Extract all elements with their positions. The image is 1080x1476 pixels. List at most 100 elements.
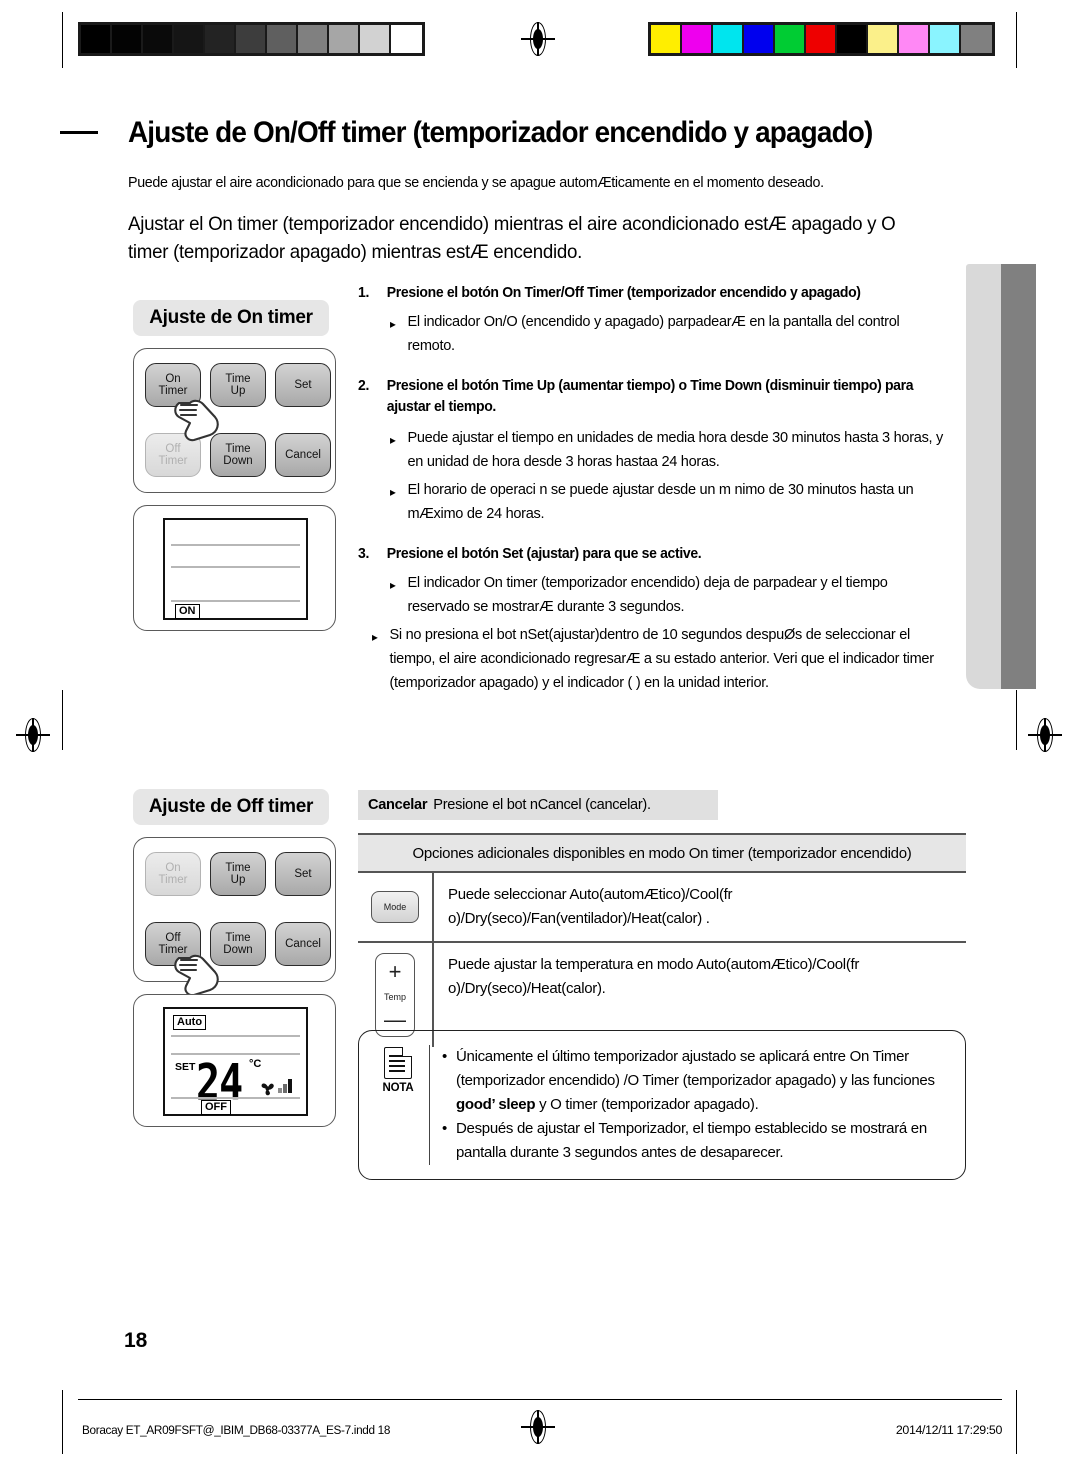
list-item: • Después de ajustar el Temporizador, el… [442, 1117, 951, 1165]
key-line1: Time [225, 861, 251, 874]
step-bullet: ▸ Si no presiona el bot nSet(ajustar)den… [372, 623, 948, 695]
fan-speed-bars [278, 1079, 292, 1093]
cancel-label: Cancelar [368, 797, 428, 813]
step-bullet: ▸ El indicador On timer (temporizador en… [390, 571, 949, 619]
lead-paragraph: Ajustar el On timer (temporizador encend… [128, 213, 896, 263]
key-line1: Set [294, 378, 312, 391]
note-document-icon [384, 1047, 412, 1079]
key-line1: Set [294, 867, 312, 880]
mode-badge: Auto [173, 1015, 207, 1030]
key-line2: Timer [158, 385, 188, 397]
step-bullet: ▸ El indicador On/O (encendido y apagado… [390, 310, 949, 358]
key-line2: Up [230, 385, 246, 397]
key-line2: Timer [158, 944, 188, 956]
key-line1: Time [225, 931, 251, 944]
title-rule [60, 131, 98, 134]
cancel-strip: Cancelar Presione el bot nCancel (cancel… [358, 790, 718, 820]
step-number: 1. [358, 285, 370, 301]
footer-timestamp: 2014/12/11 17:29:50 [895, 1423, 1002, 1437]
side-gray-panel [966, 264, 1001, 689]
on-timer-heading-label: Ajuste de On timer [149, 307, 313, 328]
key-cancel[interactable]: Cancel [275, 922, 331, 966]
step-item-1: 1. Presione el botón On Timer/Off Timer … [358, 283, 966, 358]
set-label: SET [175, 1061, 196, 1073]
options-table-header: Opciones adicionales disponibles en modo… [358, 833, 966, 871]
on-indicator-badge: ON [175, 604, 200, 619]
key-line1: Cancel [285, 937, 321, 950]
options-table: Opciones adicionales disponibles en modo… [358, 833, 966, 1047]
step-bullet-text: Si no presiona el bot nSet(ajustar)dentr… [389, 626, 934, 691]
page-title: Ajuste de On/Off timer (temporizador enc… [128, 116, 873, 149]
note-box: NOTA • Únicamente el último temporizador… [358, 1030, 966, 1180]
key-line2: Timer [158, 874, 188, 886]
off-indicator-badge: OFF [201, 1100, 231, 1115]
dot-bullet-icon: • [442, 1048, 447, 1065]
key-set[interactable]: Set [275, 852, 331, 896]
off-timer-lcd-box: Auto SET 24 °C OFF [133, 994, 336, 1127]
step-bullet-text: El indicador On timer (temporizador ence… [407, 574, 888, 615]
temperature-unit: °C [249, 1058, 262, 1070]
step-bullet-text: El horario de operaci n se puede ajustar… [407, 481, 914, 522]
mode-button-icon[interactable]: Mode [371, 891, 419, 923]
step-bullet: ▸ El horario de operaci n se puede ajust… [390, 478, 949, 526]
temp-plus-label: + [388, 959, 402, 985]
key-line2: Timer [158, 455, 188, 467]
step-bullet: ▸ Puede ajustar el tiempo en unidades de… [390, 426, 949, 474]
note-text-prefix: Únicamente el último temporizador ajusta… [456, 1048, 935, 1089]
temp-button-icon[interactable]: + Temp — [375, 953, 415, 1037]
side-gray-tab [1001, 264, 1036, 689]
note-marker: NOTA [367, 1045, 429, 1165]
off-timer-heading-label: Ajuste de Off timer [148, 796, 314, 817]
step-number: 3. [358, 546, 370, 562]
step-bullet-text: El indicador On/O (encendido y apagado) … [407, 313, 900, 354]
step-bullet-text: Puede ajustar el tiempo en unidades de m… [407, 429, 944, 470]
footer-rule [78, 1399, 1002, 1400]
steps-list: 1. Presione el botón On Timer/Off Timer … [358, 283, 966, 697]
key-time-down[interactable]: Time Down [210, 433, 266, 477]
key-line2: Up [230, 874, 246, 886]
key-line1: Off [165, 931, 181, 944]
key-time-down[interactable]: Time Down [210, 922, 266, 966]
key-on-timer[interactable]: On Timer [145, 363, 201, 407]
triangle-bullet-icon: ▸ [390, 485, 396, 499]
triangle-bullet-icon: ▸ [390, 317, 396, 331]
step-heading: 2. Presione el botón Time Up (aumentar t… [358, 376, 929, 418]
list-item: • Únicamente el último temporizador ajus… [442, 1045, 951, 1117]
table-row: Mode Puede seleccionar Auto(automÆtico)/… [358, 871, 966, 941]
step-heading-text: Presione el botón On Timer/Off Timer (te… [386, 285, 861, 301]
step-heading: 3. Presione el botón Set (ajustar) para … [358, 544, 942, 565]
key-cancel[interactable]: Cancel [275, 433, 331, 477]
key-line1: On [165, 372, 181, 385]
triangle-bullet-icon: ▸ [372, 630, 378, 644]
off-timer-keypad: On Timer Time Up Set Off Timer Time Down… [133, 837, 336, 997]
key-time-up[interactable]: Time Up [210, 363, 266, 407]
temp-button-label: Temp [383, 991, 406, 1002]
key-time-up[interactable]: Time Up [210, 852, 266, 896]
triangle-bullet-icon: ▸ [390, 433, 396, 447]
key-line1: Off [165, 442, 181, 455]
note-text-suffix: y O timer (temporizador apagado). [535, 1096, 759, 1113]
off-timer-heading-pill: Ajuste de Off timer [133, 789, 329, 825]
key-on-timer[interactable]: On Timer [145, 852, 201, 896]
page-number: 18 [124, 1329, 148, 1352]
key-line2: Down [223, 944, 253, 956]
key-off-timer[interactable]: Off Timer [145, 922, 201, 966]
step-heading-text: Presione el botón Set (ajustar) para que… [386, 546, 702, 562]
key-line1: Time [225, 442, 251, 455]
note-text-bold: good’ sleep [456, 1096, 536, 1113]
mode-button-label: Mode [383, 902, 407, 912]
triangle-bullet-icon: ▸ [390, 578, 396, 592]
key-line1: Cancel [285, 448, 321, 461]
key-set[interactable]: Set [275, 363, 331, 407]
key-line2: Down [223, 455, 253, 467]
note-body: • Únicamente el último temporizador ajus… [429, 1045, 951, 1165]
on-timer-heading-pill: Ajuste de On timer [133, 300, 329, 336]
key-off-timer[interactable]: Off Timer [145, 433, 201, 477]
off-timer-lcd-screen: Auto SET 24 °C OFF [163, 1007, 308, 1116]
on-timer-lcd-screen: ON [163, 518, 308, 620]
key-line1: Time [225, 372, 251, 385]
note-item-text: Únicamente el último temporizador ajusta… [456, 1045, 951, 1117]
note-item-text: Después de ajustar el Temporizador, el t… [456, 1120, 927, 1161]
on-timer-lcd-box: ON [133, 505, 336, 631]
temp-minus-label: — [384, 1006, 406, 1032]
